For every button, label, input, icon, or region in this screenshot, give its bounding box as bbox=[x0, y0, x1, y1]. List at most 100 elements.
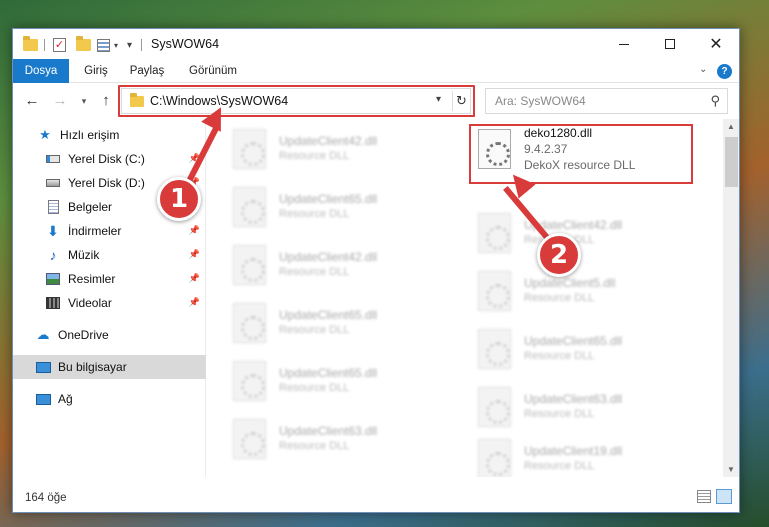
sidebar-item-label: Hızlı erişim bbox=[60, 128, 120, 142]
new-folder-icon[interactable] bbox=[76, 36, 92, 53]
vertical-scrollbar[interactable]: ▲ ▼ bbox=[723, 119, 739, 477]
windows-drive-icon bbox=[45, 152, 61, 166]
documents-icon bbox=[45, 200, 61, 214]
sidebar-item-network[interactable]: Ağ bbox=[13, 387, 206, 411]
large-icons-view-icon[interactable] bbox=[716, 489, 732, 504]
maximize-button[interactable] bbox=[647, 29, 693, 59]
search-input[interactable]: Ara: SysWOW64 bbox=[495, 94, 586, 108]
tab-home[interactable]: Giriş bbox=[81, 59, 111, 83]
navigation-pane: ★ Hızlı erişim Yerel Disk (C:) 📌 Yerel D… bbox=[13, 119, 206, 477]
title-bar: ✓ ▾ ▾ SysWOW64 ✕ bbox=[13, 29, 739, 59]
sidebar-item-local-disk-c[interactable]: Yerel Disk (C:) 📌 bbox=[13, 147, 206, 171]
tab-file[interactable]: Dosya bbox=[13, 59, 69, 83]
recent-locations-button[interactable]: ▾ bbox=[75, 92, 93, 110]
search-box[interactable]: Ara: SysWOW64 ⚲ bbox=[485, 88, 728, 114]
file-description: Resource DLL bbox=[279, 208, 350, 220]
help-icon[interactable]: ? bbox=[717, 64, 732, 79]
file-tile[interactable]: UpdateClient65.dll Resource DLL bbox=[452, 323, 652, 373]
computer-icon bbox=[35, 360, 51, 374]
ribbon-tabs: Dosya Giriş Paylaş Görünüm ⌄ ? bbox=[13, 59, 739, 83]
sidebar-item-downloads[interactable]: ⬇ İndirmeler 📌 bbox=[13, 219, 206, 243]
pin-icon[interactable]: 📌 bbox=[189, 249, 200, 260]
file-description: Resource DLL bbox=[524, 292, 595, 304]
close-button[interactable]: ✕ bbox=[693, 29, 739, 59]
sidebar-item-label: Yerel Disk (D:) bbox=[68, 176, 145, 190]
back-button[interactable]: ← bbox=[23, 92, 41, 110]
tab-share[interactable]: Paylaş bbox=[127, 59, 167, 83]
item-count: 164 öğe bbox=[25, 492, 67, 504]
downloads-icon: ⬇ bbox=[47, 222, 59, 239]
file-tile[interactable]: UpdateClient63.dll Resource DLL bbox=[207, 413, 407, 463]
pictures-icon bbox=[45, 272, 61, 286]
pin-icon[interactable]: 📌 bbox=[189, 297, 200, 308]
address-highlight-box bbox=[118, 85, 475, 117]
title-divider bbox=[44, 39, 45, 51]
details-view-icon[interactable] bbox=[697, 490, 711, 503]
drive-icon bbox=[45, 176, 61, 190]
file-name: UpdateClient42.dll bbox=[279, 134, 378, 148]
scroll-thumb[interactable] bbox=[725, 137, 738, 187]
dll-file-icon bbox=[233, 303, 266, 343]
star-icon: ★ bbox=[39, 127, 51, 142]
sidebar-item-onedrive[interactable]: ☁ OneDrive bbox=[13, 323, 206, 347]
sidebar-item-music[interactable]: ♪ Müzik 📌 bbox=[13, 243, 206, 267]
file-description: Resource DLL bbox=[524, 350, 595, 362]
file-list: UpdateClient42.dll Resource DLL UpdateCl… bbox=[207, 119, 723, 477]
status-bar: 164 öğe bbox=[13, 481, 739, 512]
scroll-up-icon[interactable]: ▲ bbox=[727, 122, 735, 131]
dll-file-icon bbox=[478, 387, 511, 427]
scroll-down-icon[interactable]: ▼ bbox=[727, 465, 735, 474]
dll-file-icon bbox=[478, 213, 511, 253]
sidebar-item-label: Videolar bbox=[68, 296, 112, 310]
file-name: UpdateClient19.dll bbox=[524, 444, 623, 458]
file-tile[interactable]: UpdateClient42.dll Resource DLL bbox=[207, 123, 407, 173]
dll-file-icon bbox=[233, 245, 266, 285]
file-name: UpdateClient65.dll bbox=[524, 334, 623, 348]
file-tile[interactable]: UpdateClient65.dll Resource DLL bbox=[207, 355, 407, 405]
file-description: Resource DLL bbox=[279, 266, 350, 278]
file-tile[interactable]: UpdateClient65.dll Resource DLL bbox=[207, 181, 407, 231]
properties-icon[interactable] bbox=[97, 37, 111, 53]
chevron-down-icon[interactable]: ⌄ bbox=[699, 64, 707, 75]
file-name: UpdateClient5.dll bbox=[524, 276, 616, 290]
step-2-badge: 2 bbox=[537, 233, 581, 277]
pin-icon[interactable]: 📌 bbox=[189, 273, 200, 284]
up-button[interactable]: ↑ bbox=[97, 92, 115, 110]
file-tile[interactable]: UpdateClient19.dll Resource DLL bbox=[452, 433, 652, 477]
forward-button[interactable]: → bbox=[51, 92, 69, 110]
sidebar-item-label: İndirmeler bbox=[68, 224, 122, 238]
dll-file-icon bbox=[233, 187, 266, 227]
file-name: UpdateClient65.dll bbox=[279, 192, 378, 206]
sidebar-item-pictures[interactable]: Resimler 📌 bbox=[13, 267, 206, 291]
tab-view[interactable]: Görünüm bbox=[183, 59, 243, 83]
music-icon: ♪ bbox=[49, 247, 57, 263]
sidebar-item-label: OneDrive bbox=[58, 328, 109, 342]
dll-file-icon bbox=[233, 419, 266, 459]
file-name: UpdateClient42.dll bbox=[279, 250, 378, 264]
sidebar-item-videos[interactable]: Videolar 📌 bbox=[13, 291, 206, 315]
sidebar-item-this-pc[interactable]: Bu bilgisayar bbox=[13, 355, 206, 379]
file-tile[interactable]: UpdateClient42.dll Resource DLL bbox=[207, 239, 407, 289]
file-name: UpdateClient65.dll bbox=[279, 366, 378, 380]
sidebar-item-label: Ağ bbox=[58, 392, 73, 406]
search-icon[interactable]: ⚲ bbox=[710, 93, 720, 109]
sidebar-item-label: Yerel Disk (C:) bbox=[68, 152, 145, 166]
pin-icon[interactable]: 📌 bbox=[189, 225, 200, 236]
folder-icon bbox=[23, 36, 39, 53]
file-tile[interactable]: UpdateClient63.dll Resource DLL bbox=[452, 381, 652, 431]
chevron-down-icon[interactable]: ▾ bbox=[114, 37, 124, 53]
properties-check-icon[interactable]: ✓ bbox=[53, 37, 69, 53]
minimize-button[interactable] bbox=[601, 29, 647, 59]
file-description: Resource DLL bbox=[279, 382, 350, 394]
file-name: UpdateClient63.dll bbox=[524, 392, 623, 406]
customize-toolbar-icon[interactable]: ▾ bbox=[127, 37, 137, 53]
file-description: Resource DLL bbox=[524, 408, 595, 420]
sidebar-item-quick-access[interactable]: ★ Hızlı erişim bbox=[13, 123, 206, 147]
close-icon: ✕ bbox=[709, 36, 723, 53]
file-description: Resource DLL bbox=[279, 150, 350, 162]
file-name: UpdateClient65.dll bbox=[279, 308, 378, 322]
sidebar-item-label: Bu bilgisayar bbox=[58, 360, 127, 374]
file-tile[interactable]: UpdateClient65.dll Resource DLL bbox=[207, 297, 407, 347]
step-1-badge: 1 bbox=[157, 177, 201, 221]
network-icon bbox=[35, 392, 51, 406]
